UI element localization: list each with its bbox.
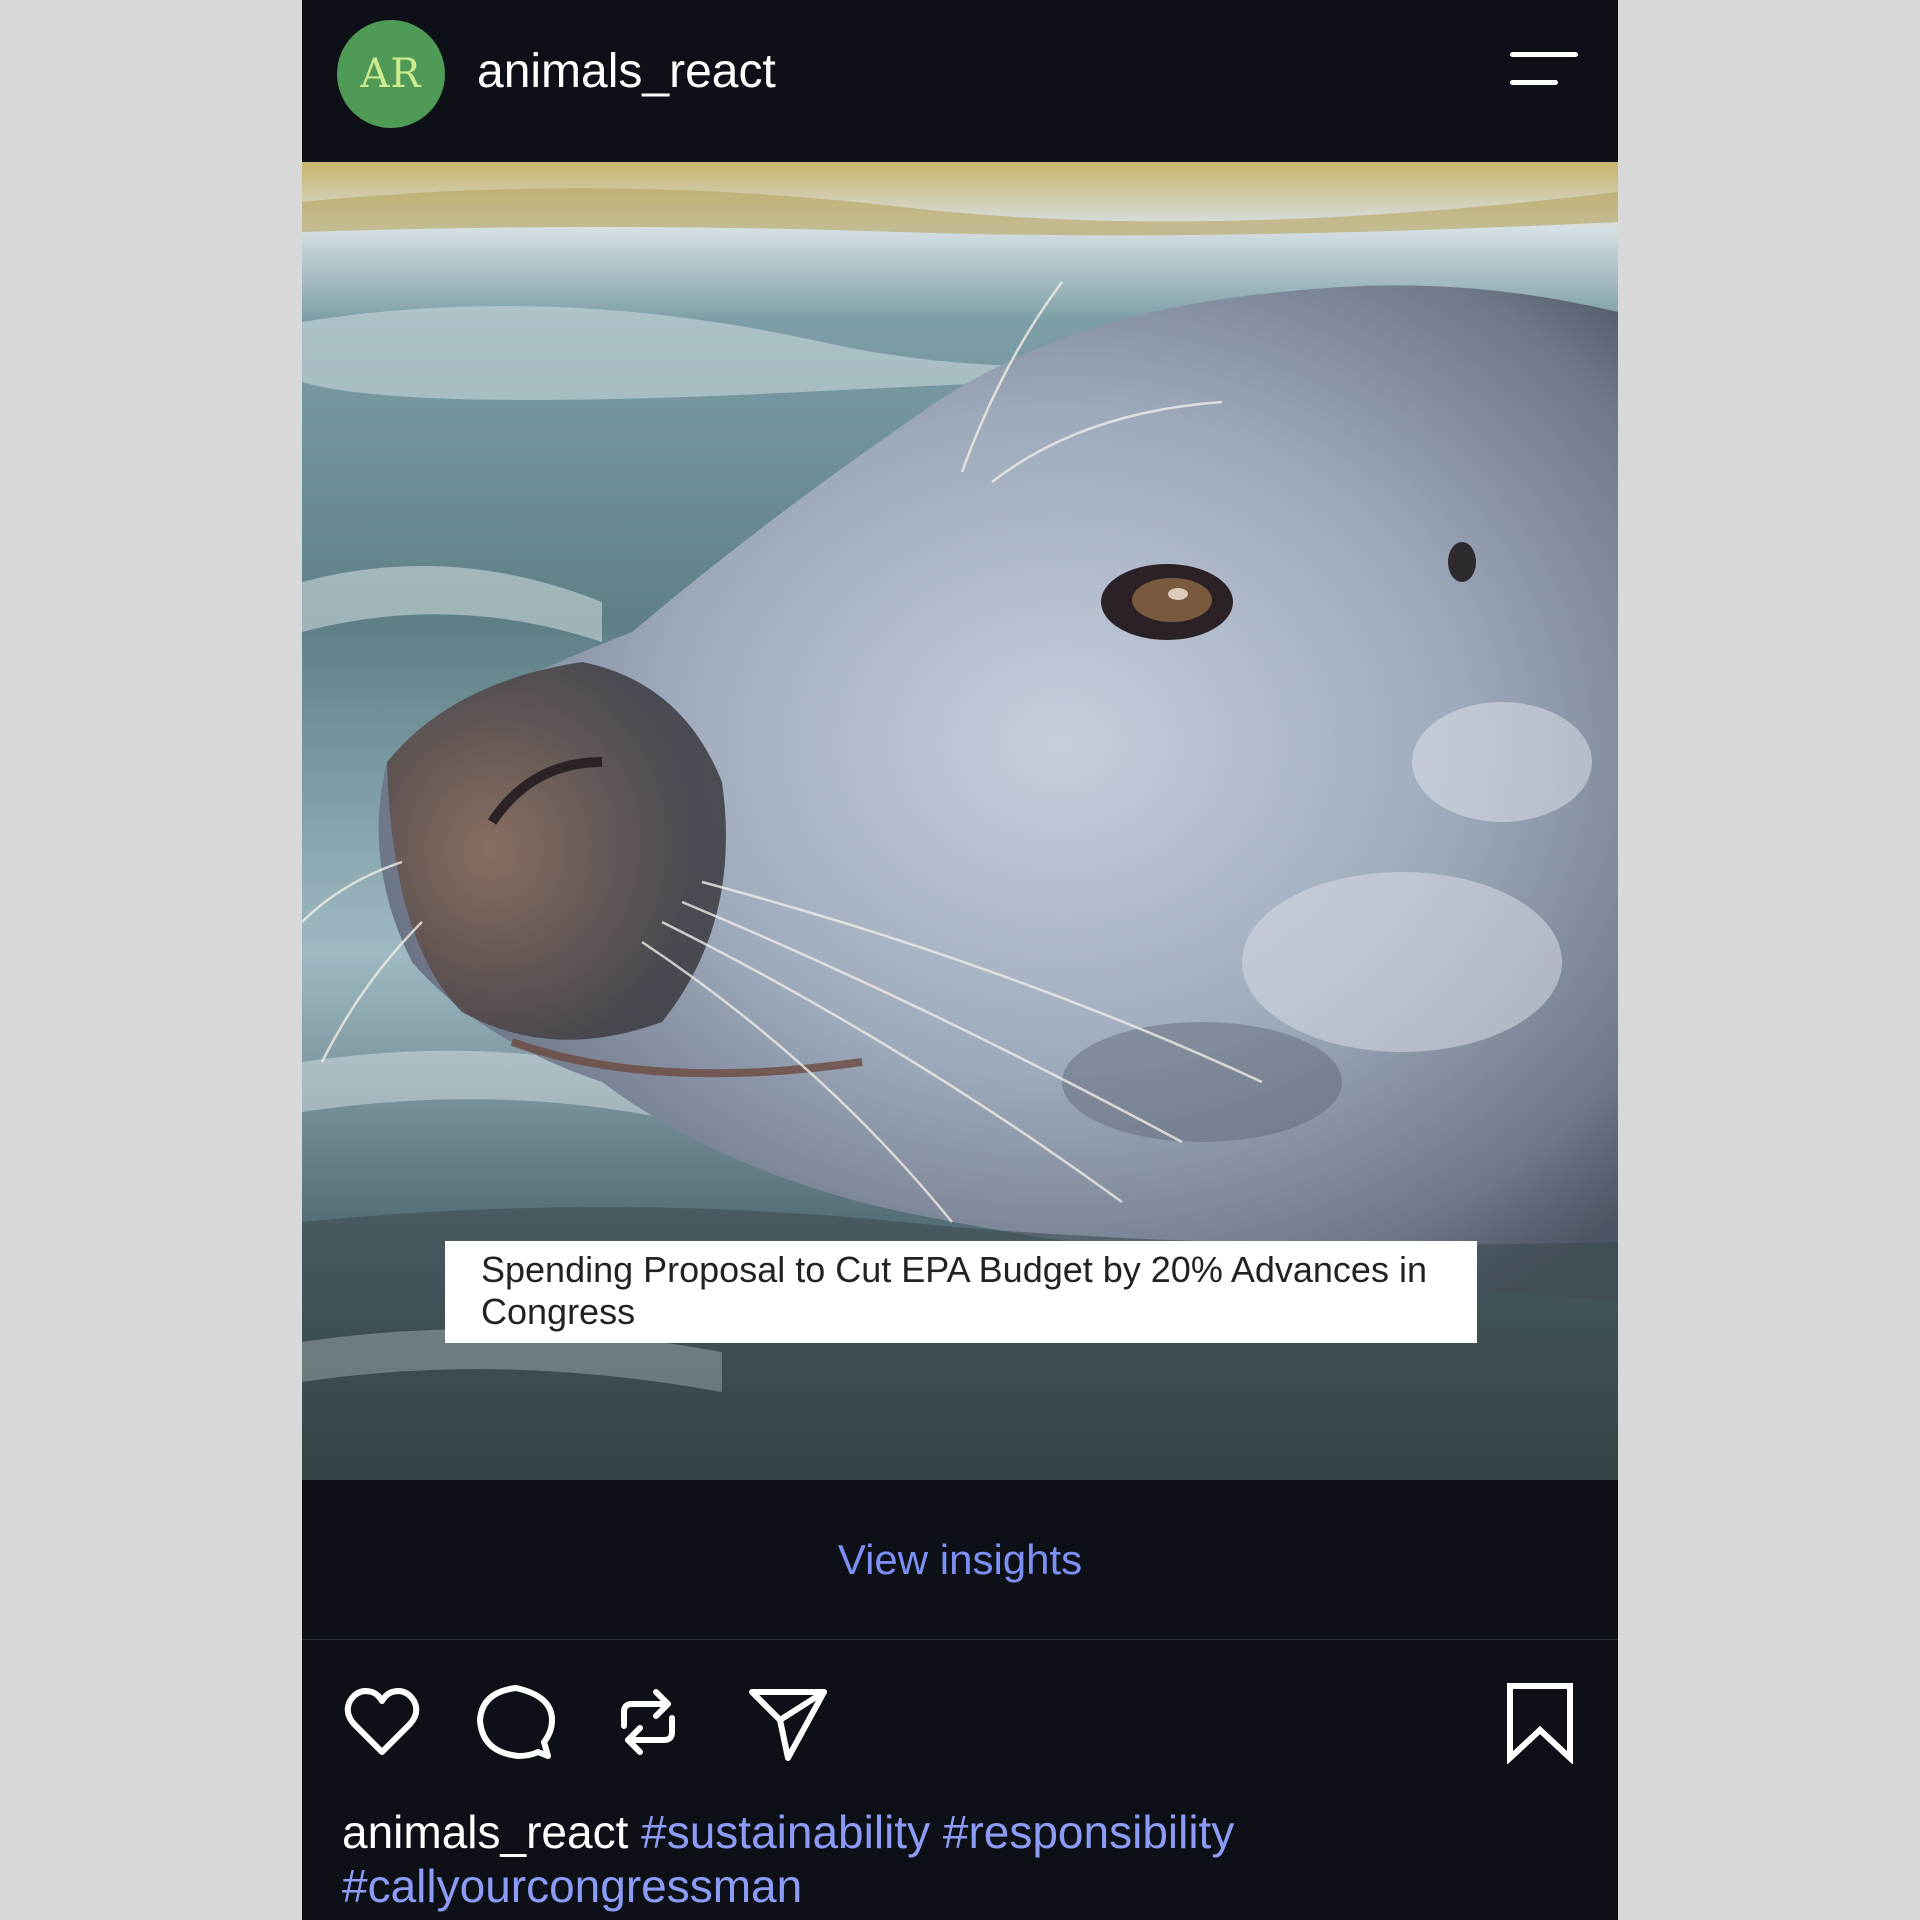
bookmark-icon <box>1507 1683 1573 1765</box>
repost-icon <box>621 1689 675 1755</box>
insights-row: View insights <box>302 1480 1618 1640</box>
save-button[interactable] <box>1498 1680 1582 1765</box>
hashtag-sustainability[interactable]: #sustainability <box>641 1806 930 1858</box>
post-header: AR animals_react <box>302 0 1618 162</box>
header-username[interactable]: animals_react <box>477 44 776 99</box>
view-insights-link[interactable]: View insights <box>838 1536 1082 1584</box>
menu-icon[interactable] <box>1510 50 1580 90</box>
news-headline-overlay: Spending Proposal to Cut EPA Budget by 2… <box>445 1241 1477 1343</box>
heart-icon <box>344 1688 420 1755</box>
share-button[interactable] <box>746 1680 830 1764</box>
hashtag-callyourcongressman[interactable]: #callyourcongressman <box>342 1860 802 1912</box>
like-button[interactable] <box>340 1680 424 1764</box>
post-image[interactable]: Spending Proposal to Cut EPA Budget by 2… <box>302 162 1618 1480</box>
comment-button[interactable] <box>474 1680 558 1764</box>
action-bar <box>302 1680 1618 1765</box>
caption-username[interactable]: animals_react <box>342 1806 628 1858</box>
post-caption: animals_react #sustainability #responsib… <box>342 1805 1582 1913</box>
instagram-post-screen: AR animals_react Spending Proposal to Cu… <box>302 0 1618 1920</box>
comment-icon <box>477 1685 555 1759</box>
repost-button[interactable] <box>606 1680 690 1764</box>
avatar[interactable]: AR <box>337 20 445 128</box>
send-icon <box>749 1689 827 1761</box>
hashtag-responsibility[interactable]: #responsibility <box>943 1806 1234 1858</box>
